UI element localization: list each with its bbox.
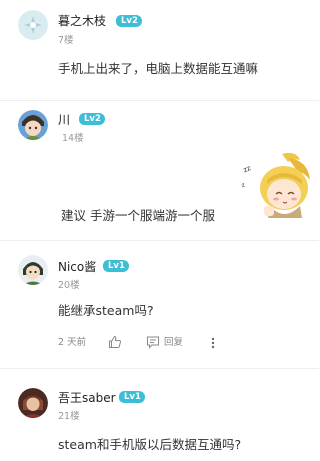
divider: [0, 240, 319, 241]
avatar[interactable]: [18, 255, 48, 285]
reply-button[interactable]: 回复: [164, 337, 183, 349]
level-badge: Lv1: [103, 260, 129, 272]
divider: [0, 368, 319, 369]
username[interactable]: 吾王saber: [58, 391, 116, 405]
thumbs-up-icon[interactable]: [108, 335, 122, 353]
svg-text:zz: zz: [242, 164, 252, 174]
svg-text:z: z: [241, 182, 246, 190]
comment-text: steam和手机版以后数据互通吗?: [58, 437, 242, 452]
floor-number: 21楼: [58, 411, 80, 422]
username[interactable]: 川: [58, 113, 70, 127]
timestamp: 2 天前: [58, 337, 87, 348]
more-vertical-icon[interactable]: [210, 337, 216, 353]
floor-number: 7楼: [58, 35, 74, 46]
avatar[interactable]: [18, 110, 48, 140]
username[interactable]: 暮之木枝: [58, 14, 106, 28]
username[interactable]: Nico酱: [58, 260, 96, 274]
level-badge: Lv1: [119, 391, 145, 403]
floor-number: 20楼: [58, 280, 80, 291]
anime-girl-sticker: zz z: [240, 150, 318, 226]
comment-text: 能继承steam吗?: [58, 303, 154, 318]
floor-number: 14楼: [62, 133, 84, 144]
avatar[interactable]: [18, 388, 48, 418]
comment-text: 建议 手游一个服端游一个服: [61, 208, 215, 223]
level-badge: Lv2: [116, 15, 142, 27]
comment-text: 手机上出来了，电脑上数据能互通嘛: [58, 61, 259, 76]
comment-icon[interactable]: [146, 335, 160, 353]
divider: [0, 100, 319, 101]
avatar[interactable]: [18, 10, 48, 40]
level-badge: Lv2: [79, 113, 105, 125]
